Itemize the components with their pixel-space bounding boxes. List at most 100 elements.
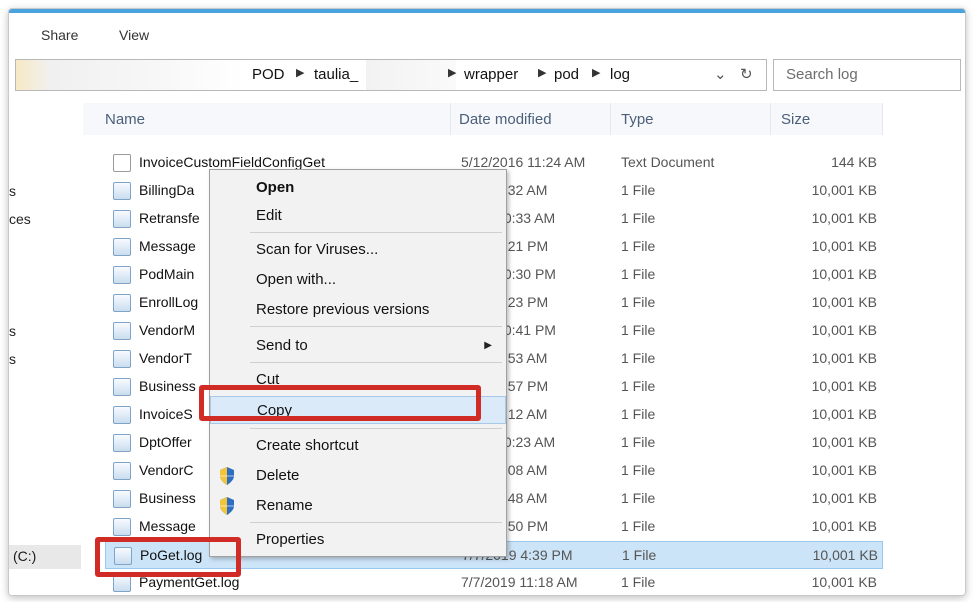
file-icon	[113, 294, 131, 312]
ribbon-tab-view[interactable]: View	[119, 27, 149, 43]
file-name: VendorT	[139, 350, 192, 366]
uac-shield-icon	[220, 497, 234, 515]
copy-highlight-box	[199, 385, 481, 421]
file-icon	[113, 322, 131, 340]
breadcrumb-separator-icon[interactable]: ▶	[448, 66, 456, 79]
menu-label: Edit	[256, 207, 282, 224]
search-placeholder: Search log	[786, 66, 858, 83]
file-name: InvoiceS	[139, 406, 193, 422]
file-name: DptOffer	[139, 434, 192, 450]
file-size: 10,001 KB	[812, 547, 878, 563]
nav-item[interactable]: s	[9, 183, 16, 199]
menu-item-scan-for-viruses[interactable]: Scan for Viruses...	[210, 236, 506, 264]
nav-item[interactable]: s	[9, 323, 16, 339]
menu-separator	[250, 362, 502, 363]
menu-item-edit[interactable]: Edit	[210, 202, 506, 230]
breadcrumb-separator-icon[interactable]: ▶	[538, 66, 546, 79]
column-label: Name	[105, 111, 146, 128]
menu-item-send-to[interactable]: Send to ▶	[210, 332, 506, 360]
file-size: 10,001 KB	[811, 350, 877, 366]
file-size: 10,001 KB	[811, 182, 877, 198]
file-size: 10,001 KB	[811, 266, 877, 282]
breadcrumb-pod-2[interactable]: pod	[554, 66, 579, 83]
file-type: 1 File	[621, 266, 656, 282]
menu-label: Create shortcut	[256, 437, 359, 454]
menu-item-create-shortcut[interactable]: Create shortcut	[210, 432, 506, 460]
nav-item[interactable]: s	[9, 351, 16, 367]
file-name: PodMain	[139, 266, 195, 282]
text-file-icon	[113, 154, 131, 172]
column-header-size[interactable]: Size	[771, 103, 883, 135]
file-icon	[113, 350, 131, 368]
breadcrumb-pod[interactable]: POD	[252, 66, 285, 83]
file-name: VendorC	[139, 462, 194, 478]
address-bar[interactable]: POD ▶ taulia_ ▶ wrapper ▶ pod ▶ log ⌄ ↻	[15, 59, 767, 91]
menu-separator	[250, 232, 502, 233]
file-name: VendorM	[139, 322, 196, 338]
refresh-icon[interactable]: ↻	[740, 65, 753, 83]
file-icon	[113, 210, 131, 228]
navigation-pane: s ces s s (C:)	[9, 99, 83, 595]
ribbon: Share View	[9, 13, 965, 55]
drive-label: (C:)	[13, 548, 37, 564]
file-type: Text Document	[621, 154, 715, 170]
redacted-path-area	[366, 60, 456, 90]
file-name: Message	[139, 518, 196, 534]
file-date: 7/7/2019 11:18 AM	[461, 574, 578, 590]
file-size: 10,001 KB	[811, 378, 877, 394]
column-label: Type	[621, 111, 654, 128]
menu-label: Delete	[256, 467, 300, 484]
file-type: 1 File	[621, 518, 656, 534]
submenu-arrow-icon: ▶	[484, 340, 492, 351]
breadcrumb-taulia[interactable]: taulia_	[314, 66, 358, 83]
menu-label: Open	[256, 179, 295, 196]
search-input[interactable]: Search log	[773, 59, 961, 91]
file-size: 10,001 KB	[811, 210, 877, 226]
file-icon	[113, 238, 131, 256]
uac-shield-icon	[220, 467, 234, 485]
menu-item-rename[interactable]: Rename	[210, 492, 506, 520]
breadcrumb-wrapper[interactable]: wrapper	[464, 66, 518, 83]
nav-item-drive-c[interactable]: (C:)	[9, 545, 81, 569]
file-name: Business	[139, 378, 196, 394]
context-menu: Open Edit Scan for Viruses... Open with.…	[209, 169, 507, 557]
file-size: 10,001 KB	[811, 238, 877, 254]
menu-item-delete[interactable]: Delete	[210, 462, 506, 490]
file-icon	[113, 182, 131, 200]
file-name: InvoiceCustomFieldConfigGet	[139, 154, 325, 170]
file-size: 10,001 KB	[811, 518, 877, 534]
file-type: 1 File	[621, 238, 656, 254]
menu-label: Rename	[256, 497, 313, 514]
chevron-down-icon[interactable]: ⌄	[714, 65, 727, 83]
breadcrumb-separator-icon[interactable]: ▶	[296, 66, 304, 79]
menu-item-properties[interactable]: Properties	[210, 526, 506, 554]
file-icon	[113, 266, 131, 284]
file-type: 1 File	[621, 462, 656, 478]
ribbon-tab-share[interactable]: Share	[41, 27, 78, 43]
menu-label: Send to	[256, 337, 308, 354]
column-label: Size	[781, 111, 811, 128]
file-name: BillingDa	[139, 182, 195, 198]
nav-item[interactable]: ces	[9, 211, 31, 227]
breadcrumb-log[interactable]: log	[610, 66, 630, 83]
file-icon	[113, 434, 131, 452]
menu-item-restore-previous-versions[interactable]: Restore previous versions	[210, 296, 506, 324]
file-type: 1 File	[621, 490, 656, 506]
column-header-name[interactable]: Name ▲	[83, 101, 533, 135]
file-name: Business	[139, 490, 196, 506]
file-type: 1 File	[621, 574, 656, 590]
explorer-window: Share View POD ▶ taulia_ ▶ wrapper ▶ pod…	[8, 8, 966, 596]
menu-separator	[250, 428, 502, 429]
column-header-type[interactable]: Type	[611, 103, 771, 135]
file-size: 144 KB	[831, 154, 877, 170]
file-icon	[113, 378, 131, 396]
file-icon	[113, 490, 131, 508]
file-type: 1 File	[621, 322, 656, 338]
column-label: Date modified	[459, 111, 552, 128]
file-name: EnrollLog	[139, 294, 199, 310]
column-header-date[interactable]: Date modified	[451, 103, 611, 135]
menu-item-open[interactable]: Open	[210, 174, 506, 202]
file-type: 1 File	[621, 294, 656, 310]
menu-item-open-with[interactable]: Open with...	[210, 266, 506, 294]
breadcrumb-separator-icon[interactable]: ▶	[592, 66, 600, 79]
